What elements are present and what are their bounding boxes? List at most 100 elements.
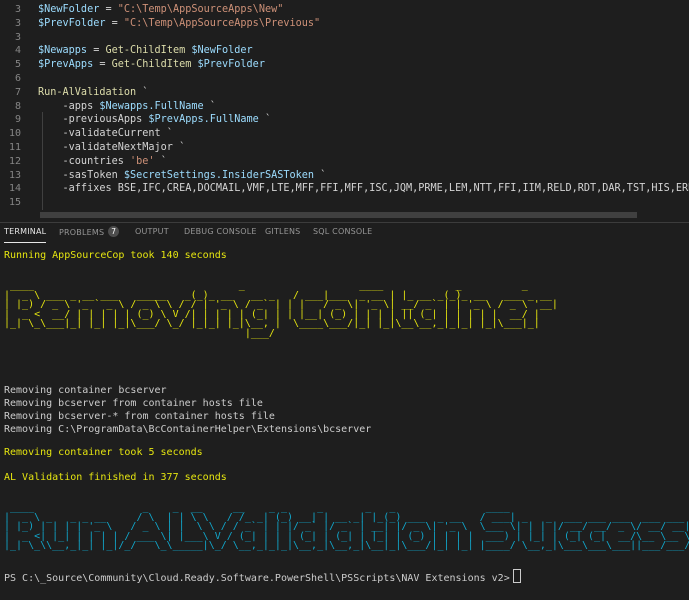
line-number: 3 (14, 17, 21, 29)
code-token: 'be' (130, 155, 155, 167)
tab-sql-console[interactable]: SQL CONSOLE (313, 227, 372, 243)
line-number: 5 (14, 59, 21, 71)
panel-tabs: TERMINAL PROBLEMS 7 OUTPUT DEBUG CONSOLE … (0, 223, 689, 243)
code-token: .InsiderSASToken (215, 169, 315, 181)
line-number: 12 (8, 155, 21, 167)
line-number: 6 (14, 73, 21, 84)
code-line[interactable]: 3 $NewFolder = "C:\Temp\AppSourceApps\New… (0, 3, 689, 17)
tab-problems-label: PROBLEMS (59, 228, 105, 237)
code-token: $PrevApps (38, 59, 94, 71)
code-token: -apps (38, 100, 100, 112)
code-text: $Newapps = Get-ChildItem $NewFolder (38, 44, 253, 58)
code-line[interactable]: 9 -previousApps $PrevApps.FullName ` (0, 113, 689, 127)
code-line[interactable]: 11 -validateNextMajor ` (0, 141, 689, 155)
code-token: = (87, 45, 106, 57)
code-line[interactable]: 8 -apps $Newapps.FullName ` (0, 100, 689, 114)
code-text: -validateCurrent ` (38, 127, 173, 141)
code-text: -countries 'be' ` (38, 155, 167, 169)
code-token: Run-AlValidation (38, 86, 137, 98)
code-token: ` (258, 114, 272, 126)
code-token: .FullName (203, 114, 259, 126)
code-text: $PrevApps = Get-ChildItem $PrevFolder (38, 58, 265, 72)
code-line[interactable]: 4 $Newapps = Get-ChildItem $NewFolder (0, 44, 689, 58)
code-token: Get-ChildItem (105, 45, 186, 57)
code-token: ` (314, 169, 327, 181)
code-line[interactable]: 6 (0, 72, 689, 86)
code-token: -validateCurrent ` (38, 128, 173, 140)
removing-duration: Removing container took 5 seconds (4, 447, 203, 458)
code-token: $Newapps (38, 45, 88, 57)
code-token: $Newapps (99, 100, 149, 112)
prompt-text: PS C:\_Source\Community\Cloud.Ready.Soft… (4, 573, 510, 584)
code-token: "C:\Temp\AppSourceApps\New" (117, 4, 284, 15)
code-line[interactable]: 14 -affixes BSE,IFC,CREA,DOCMAIL,VMF,LTE… (0, 182, 689, 196)
line-number: 10 (8, 128, 21, 140)
line-number: 13 (8, 169, 21, 181)
code-line[interactable]: 10 -validateCurrent ` (0, 127, 689, 141)
code-line[interactable]: 3 $PrevFolder = "C:\Temp\AppSourceApps\Pr… (0, 17, 689, 31)
al-validation-duration: AL Validation finished in 377 seconds (4, 472, 227, 483)
code-line[interactable]: 13 -sasToken $SecretSettings.InsiderSAST… (0, 169, 689, 183)
code-text: -previousApps $PrevApps.FullName ` (38, 113, 272, 127)
code-line[interactable]: 7 Run-AlValidation ` (0, 86, 689, 100)
code-token: $NewFolder (38, 4, 100, 15)
line-number: 8 (14, 100, 21, 112)
code-token: -sasToken (38, 169, 124, 181)
code-text: -validateNextMajor ` (38, 141, 186, 155)
line-number: 7 (14, 86, 21, 98)
code-token: ` (203, 100, 216, 112)
code-token: $NewFolder (191, 45, 253, 57)
code-token: -countries (38, 155, 131, 167)
code-token: $PrevFolder (197, 59, 265, 71)
code-token: Get-ChildItem (111, 59, 192, 71)
code-line[interactable]: 3 (0, 31, 689, 45)
removing-line: Removing C:\ProgramData\BcContainerHelpe… (4, 424, 372, 435)
code-token: $PrevFolder (38, 17, 106, 29)
code-text: Run-AlValidation ` (38, 86, 148, 100)
code-token: -validateNextMajor ` (38, 142, 186, 153)
code-text: $NewFolder = "C:\Temp\AppSourceApps\New" (38, 3, 283, 17)
line-number: 9 (14, 114, 21, 126)
line-number: 14 (8, 183, 21, 195)
removing-line: Removing bcserver from container hosts f… (4, 398, 263, 409)
problems-count-badge: 7 (108, 226, 120, 237)
line-number: 3 (14, 4, 21, 15)
terminal-cursor (512, 569, 521, 583)
code-token: = (99, 4, 118, 15)
code-text: -apps $Newapps.FullName ` (38, 100, 216, 114)
code-token: ` (136, 86, 149, 98)
code-token: ` (154, 155, 167, 167)
tab-gitlens-label: GITLENS (265, 227, 301, 236)
tab-terminal[interactable]: TERMINAL (4, 227, 47, 243)
tab-output[interactable]: OUTPUT (135, 227, 169, 243)
tab-sql-console-label: SQL CONSOLE (313, 227, 373, 236)
terminal-prompt[interactable]: PS C:\_Source\Community\Cloud.Ready.Soft… (4, 569, 521, 585)
line-number: 15 (8, 197, 21, 209)
tab-debug-console[interactable]: DEBUG CONSOLE (184, 227, 257, 243)
code-token: -previousApps (38, 114, 149, 126)
line-number: 4 (14, 45, 21, 57)
terminal-output[interactable]: Running AppSourceCop took 140 seconds __… (0, 243, 689, 600)
code-line[interactable]: 5 $PrevApps = Get-ChildItem $PrevFolder (0, 58, 689, 72)
removing-container-banner: ____ _ ____ _ _ | _ \ ___ _ __ ___ _____… (4, 280, 558, 339)
tab-gitlens[interactable]: GITLENS (265, 227, 300, 243)
run-alvalidation-success-banner: ____ _ _ __ __ _ _ _ _ _ ____ | _ \ _ _ … (4, 502, 689, 551)
code-token: $SecretSettings (123, 169, 216, 181)
code-token: = (105, 17, 124, 29)
removing-line: Removing container bcserver (4, 385, 167, 396)
editor-horizontal-scrollbar[interactable] (40, 212, 637, 218)
code-text: -sasToken $SecretSettings.InsiderSASToke… (38, 169, 327, 183)
code-token: = (93, 59, 112, 71)
code-line[interactable]: 15 (0, 196, 689, 210)
code-editor[interactable]: 3 $NewFolder = "C:\Temp\AppSourceApps\New… (0, 0, 689, 222)
tab-terminal-label: TERMINAL (4, 227, 47, 236)
tab-problems[interactable]: PROBLEMS 7 (59, 226, 120, 243)
line-number: 11 (8, 142, 21, 153)
code-token: $PrevApps (148, 114, 204, 126)
removing-line: Removing bcserver-* from container hosts… (4, 411, 275, 422)
code-line[interactable]: 12 -countries 'be' ` (0, 155, 689, 169)
code-text: -affixes BSE,IFC,CREA,DOCMAIL,VMF,LTE,MF… (38, 182, 689, 196)
tab-debug-console-label: DEBUG CONSOLE (184, 227, 257, 236)
code-token: "C:\Temp\AppSourceApps\Previous" (123, 17, 321, 29)
appsourcecop-duration: Running AppSourceCop took 140 seconds (4, 250, 227, 261)
